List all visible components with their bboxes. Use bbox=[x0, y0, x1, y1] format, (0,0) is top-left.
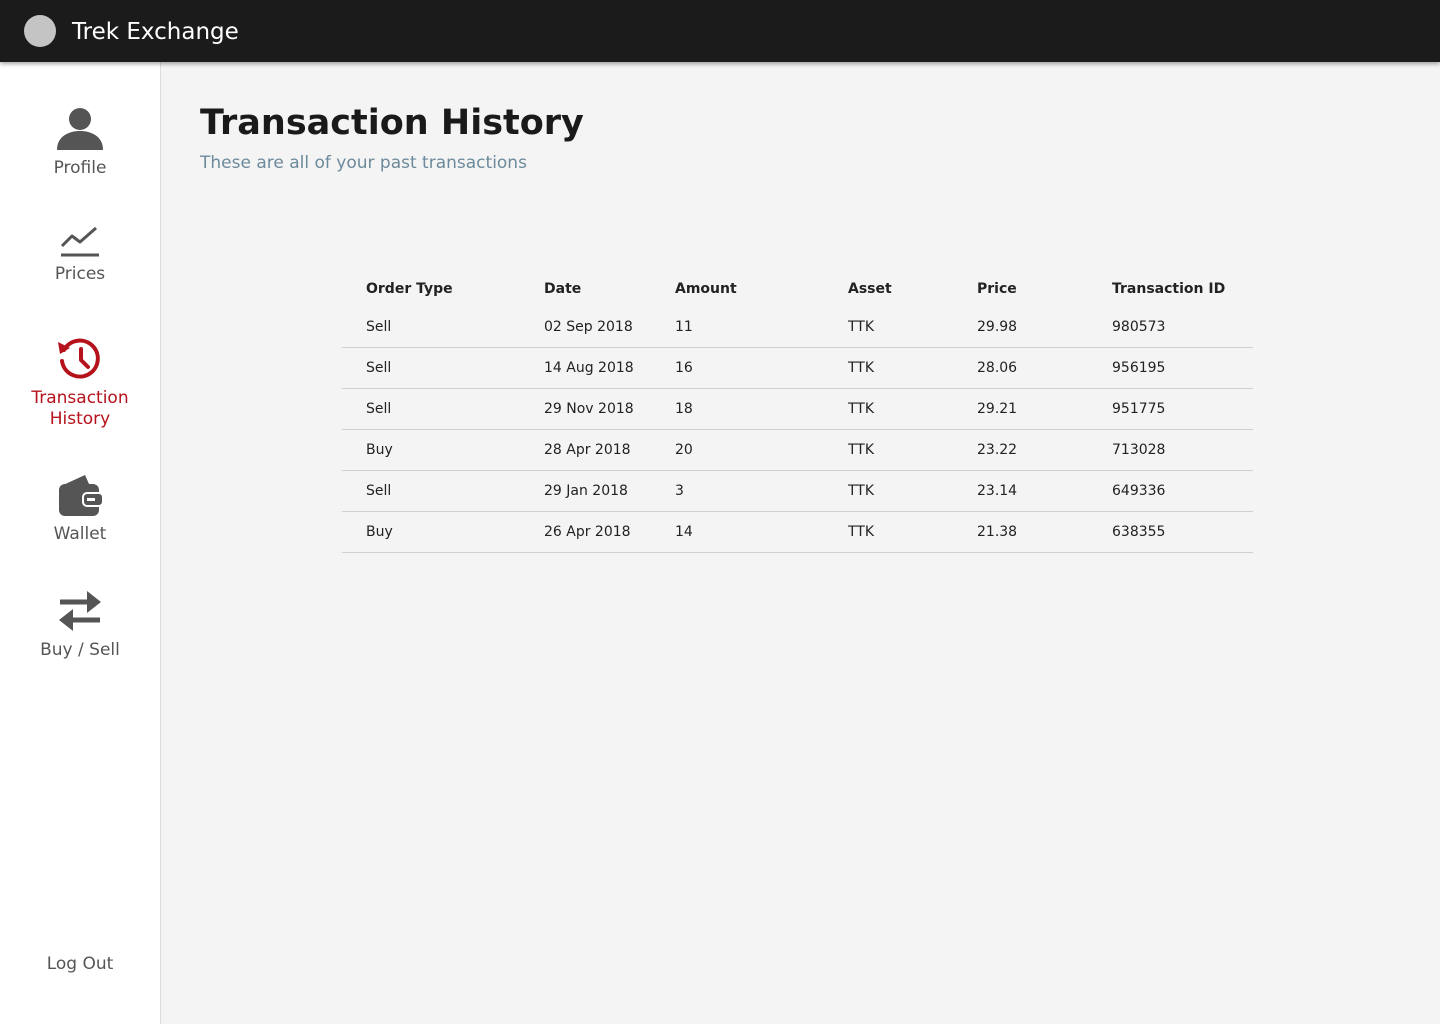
cell-transaction-id: 638355 bbox=[1088, 511, 1253, 553]
sidebar-item-label: Wallet bbox=[53, 524, 107, 544]
cell-transaction-id: 980573 bbox=[1088, 308, 1253, 348]
transactions-table: Order Type Date Amount Asset Price Trans… bbox=[342, 270, 1253, 553]
logout-button[interactable]: Log Out bbox=[0, 954, 160, 974]
table-row[interactable]: Sell 14 Aug 2018 16 TTK 28.06 956195 bbox=[342, 347, 1253, 389]
table-row[interactable]: Buy 28 Apr 2018 20 TTK 23.22 713028 bbox=[342, 429, 1253, 471]
person-icon bbox=[57, 108, 103, 150]
cell-date: 29 Nov 2018 bbox=[520, 388, 651, 430]
top-bar: Trek Exchange bbox=[0, 0, 1440, 62]
column-header-transaction-id[interactable]: Transaction ID bbox=[1088, 270, 1253, 308]
cell-order-type: Sell bbox=[342, 470, 520, 512]
cell-amount: 14 bbox=[651, 511, 824, 553]
sidebar-item-label: Buy / Sell bbox=[40, 640, 120, 660]
sidebar-item-profile[interactable]: Profile bbox=[0, 104, 160, 179]
sidebar-item-label: Prices bbox=[54, 264, 106, 284]
sidebar-item-transaction-history[interactable]: Transaction History bbox=[0, 336, 160, 430]
main-content: Transaction History These are all of you… bbox=[161, 62, 1440, 1024]
column-header-amount[interactable]: Amount bbox=[651, 270, 824, 308]
wallet-icon bbox=[59, 475, 104, 516]
cell-order-type: Sell bbox=[342, 347, 520, 389]
cell-order-type: Buy bbox=[342, 511, 520, 553]
page-title: Transaction History bbox=[200, 103, 584, 143]
table-row[interactable]: Sell 02 Sep 2018 11 TTK 29.98 980573 bbox=[342, 308, 1253, 348]
cell-amount: 18 bbox=[651, 388, 824, 430]
cell-order-type: Sell bbox=[342, 388, 520, 430]
history-icon bbox=[58, 338, 100, 379]
sidebar-item-label: Transaction History bbox=[31, 388, 129, 429]
app-title: Trek Exchange bbox=[72, 19, 239, 45]
cell-transaction-id: 713028 bbox=[1088, 429, 1253, 471]
logo-icon[interactable] bbox=[24, 15, 56, 47]
column-header-price[interactable]: Price bbox=[953, 270, 1088, 308]
chart-line-icon bbox=[60, 226, 99, 257]
cell-amount: 16 bbox=[651, 347, 824, 389]
cell-price: 23.22 bbox=[953, 429, 1088, 471]
cell-amount: 11 bbox=[651, 308, 824, 348]
column-header-order-type[interactable]: Order Type bbox=[342, 270, 520, 308]
sidebar-item-wallet[interactable]: Wallet bbox=[0, 472, 160, 545]
cell-amount: 3 bbox=[651, 470, 824, 512]
column-header-asset[interactable]: Asset bbox=[824, 270, 953, 308]
sidebar-item-prices[interactable]: Prices bbox=[0, 224, 160, 285]
cell-asset: TTK bbox=[824, 511, 953, 553]
cell-transaction-id: 951775 bbox=[1088, 388, 1253, 430]
cell-asset: TTK bbox=[824, 308, 953, 348]
cell-order-type: Sell bbox=[342, 308, 520, 348]
table-row[interactable]: Sell 29 Jan 2018 3 TTK 23.14 649336 bbox=[342, 470, 1253, 512]
sidebar-item-buy-sell[interactable]: Buy / Sell bbox=[0, 588, 160, 661]
cell-asset: TTK bbox=[824, 388, 953, 430]
cell-asset: TTK bbox=[824, 470, 953, 512]
cell-date: 26 Apr 2018 bbox=[520, 511, 651, 553]
cell-order-type: Buy bbox=[342, 429, 520, 471]
cell-price: 29.21 bbox=[953, 388, 1088, 430]
cell-price: 23.14 bbox=[953, 470, 1088, 512]
cell-price: 28.06 bbox=[953, 347, 1088, 389]
cell-transaction-id: 649336 bbox=[1088, 470, 1253, 512]
sidebar: Profile Prices Transaction History Walle… bbox=[0, 62, 161, 1024]
table-row[interactable]: Sell 29 Nov 2018 18 TTK 29.21 951775 bbox=[342, 388, 1253, 430]
column-header-date[interactable]: Date bbox=[520, 270, 651, 308]
cell-date: 29 Jan 2018 bbox=[520, 470, 651, 512]
cell-date: 02 Sep 2018 bbox=[520, 308, 651, 348]
swap-arrows-icon bbox=[59, 591, 101, 631]
cell-date: 14 Aug 2018 bbox=[520, 347, 651, 389]
cell-date: 28 Apr 2018 bbox=[520, 429, 651, 471]
cell-price: 29.98 bbox=[953, 308, 1088, 348]
cell-asset: TTK bbox=[824, 429, 953, 471]
cell-asset: TTK bbox=[824, 347, 953, 389]
page-subtitle: These are all of your past transactions bbox=[200, 153, 527, 173]
table-row[interactable]: Buy 26 Apr 2018 14 TTK 21.38 638355 bbox=[342, 511, 1253, 553]
cell-transaction-id: 956195 bbox=[1088, 347, 1253, 389]
cell-price: 21.38 bbox=[953, 511, 1088, 553]
cell-amount: 20 bbox=[651, 429, 824, 471]
table-header-row: Order Type Date Amount Asset Price Trans… bbox=[342, 270, 1253, 308]
sidebar-item-label: Profile bbox=[53, 158, 107, 178]
